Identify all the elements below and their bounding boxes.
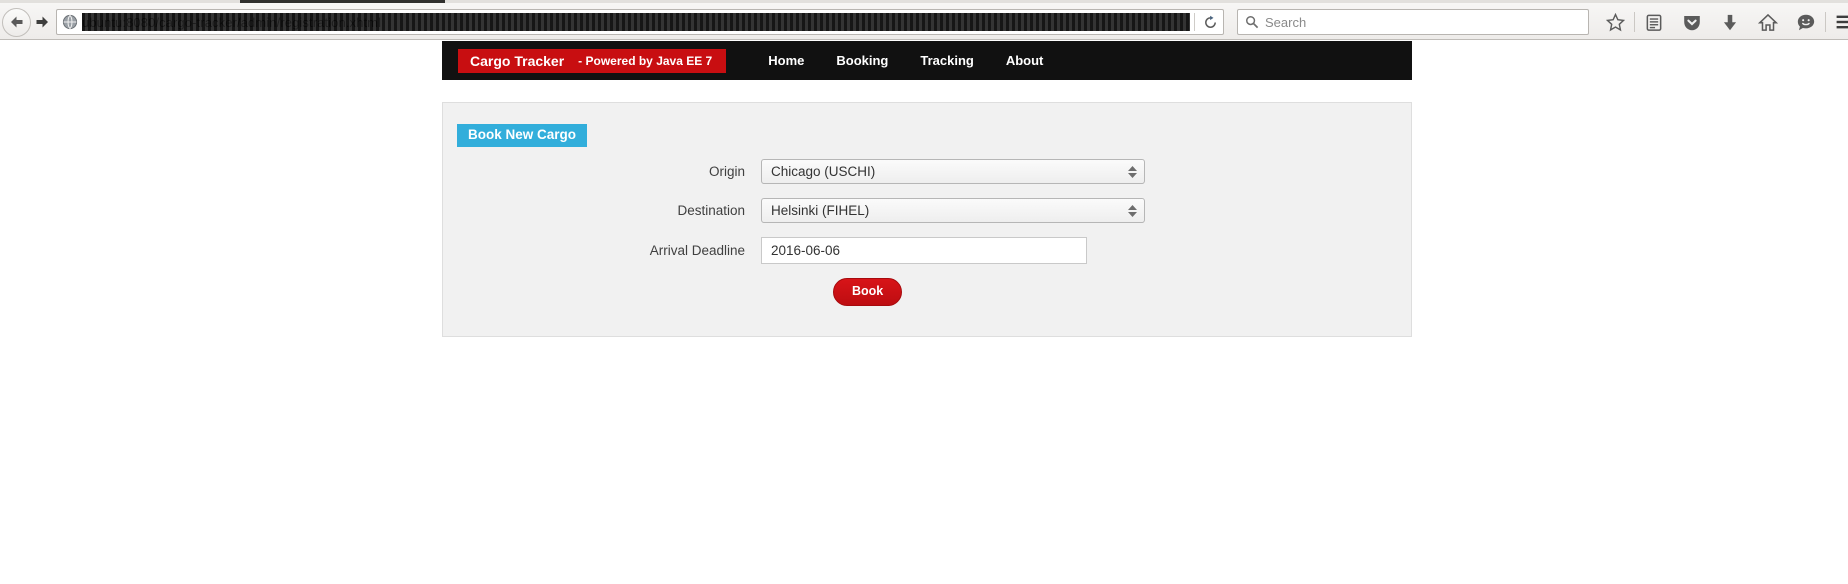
search-icon xyxy=(1245,15,1259,29)
nav-item-about[interactable]: About xyxy=(990,53,1060,68)
url-bar[interactable]: ubuntu:8080/cargo-tracker/admin/registra… xyxy=(56,9,1224,35)
chat-button[interactable] xyxy=(1787,7,1825,37)
navigation-buttons xyxy=(2,7,54,37)
form-row-arrival-deadline: Arrival Deadline xyxy=(443,237,1411,264)
nav-links: Home Booking Tracking About xyxy=(752,53,1059,68)
site-navbar: Cargo Tracker - Powered by Java EE 7 Hom… xyxy=(442,41,1412,80)
search-bar[interactable]: Search xyxy=(1237,9,1589,35)
origin-select[interactable]: Chicago (USCHI) xyxy=(761,159,1145,184)
back-button[interactable] xyxy=(2,8,31,37)
book-new-cargo-panel: Book New Cargo Origin Chicago (USCHI) De… xyxy=(442,102,1412,337)
reload-button[interactable] xyxy=(1197,10,1223,34)
form-row-origin: Origin Chicago (USCHI) xyxy=(443,159,1411,184)
pocket-button[interactable] xyxy=(1673,7,1711,37)
chat-bubble-icon xyxy=(1796,13,1816,32)
home-button[interactable] xyxy=(1749,7,1787,37)
nav-item-home[interactable]: Home xyxy=(752,53,820,68)
arrival-deadline-input[interactable] xyxy=(761,237,1087,264)
back-arrow-icon xyxy=(9,15,25,29)
destination-select[interactable]: Helsinki (FIHEL) xyxy=(761,198,1145,223)
globe-icon xyxy=(62,14,78,30)
hamburger-menu-icon xyxy=(1835,14,1848,30)
nav-item-tracking[interactable]: Tracking xyxy=(904,53,989,68)
forward-button[interactable] xyxy=(30,8,54,36)
url-text-redacted[interactable]: ubuntu:8080/cargo-tracker/admin/registra… xyxy=(82,13,1190,31)
star-icon xyxy=(1606,13,1625,32)
book-button[interactable]: Book xyxy=(833,278,902,306)
booking-form: Origin Chicago (USCHI) Destination Helsi… xyxy=(443,159,1411,306)
bookmark-button[interactable] xyxy=(1596,7,1634,37)
origin-label: Origin xyxy=(443,164,761,179)
spinner-arrows-icon xyxy=(1128,205,1137,217)
browser-toolbar: ubuntu:8080/cargo-tracker/admin/registra… xyxy=(0,3,1848,40)
reader-view-button[interactable] xyxy=(1635,7,1673,37)
brand-logo[interactable]: Cargo Tracker - Powered by Java EE 7 xyxy=(458,49,726,73)
panel-title-badge: Book New Cargo xyxy=(457,124,587,147)
download-arrow-icon xyxy=(1722,13,1738,32)
redaction-overlay xyxy=(82,13,1190,31)
form-row-destination: Destination Helsinki (FIHEL) xyxy=(443,198,1411,223)
forward-arrow-icon xyxy=(34,15,50,29)
arrival-deadline-label: Arrival Deadline xyxy=(443,243,761,258)
brand-name: Cargo Tracker xyxy=(470,53,564,69)
spinner-arrows-icon xyxy=(1128,166,1137,178)
toolbar-icons xyxy=(1596,7,1848,37)
origin-select-value: Chicago (USCHI) xyxy=(771,164,875,179)
search-input[interactable]: Search xyxy=(1265,15,1306,30)
pocket-icon xyxy=(1682,13,1702,32)
clipboard-icon xyxy=(1645,13,1663,32)
browser-window: ubuntu:8080/cargo-tracker/admin/registra… xyxy=(0,0,1848,584)
downloads-button[interactable] xyxy=(1711,7,1749,37)
reload-icon xyxy=(1203,15,1218,30)
nav-item-booking[interactable]: Booking xyxy=(820,53,904,68)
toolbar-divider xyxy=(1194,13,1195,31)
form-actions: Book xyxy=(443,278,1411,306)
menu-button[interactable] xyxy=(1826,7,1848,37)
destination-select-value: Helsinki (FIHEL) xyxy=(771,203,869,218)
destination-label: Destination xyxy=(443,203,761,218)
brand-tagline: - Powered by Java EE 7 xyxy=(578,54,712,68)
home-icon xyxy=(1758,13,1778,32)
